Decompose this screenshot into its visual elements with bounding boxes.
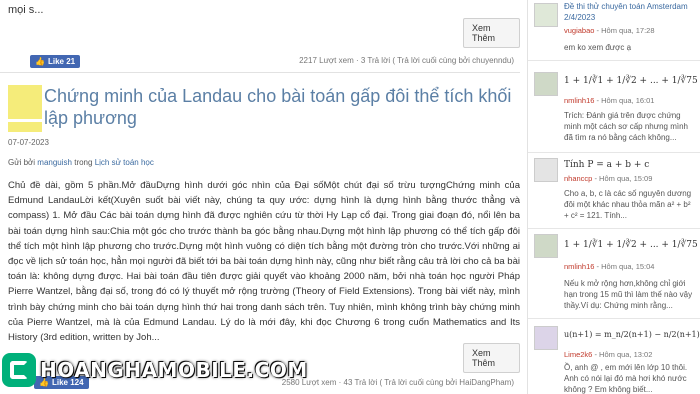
sidebar-thread-title[interactable]: u(n+1) = m_n/2(n+1) − n/2(n+1)[(n²	[564, 330, 700, 339]
title-highlight	[8, 122, 42, 132]
main-feed: mọi s... Xem Thêm 👍 Like 21 2217 Lượt xe…	[0, 0, 520, 394]
sidebar-user[interactable]: nmlinh16	[564, 96, 594, 105]
logo-icon	[2, 353, 36, 387]
divider	[528, 228, 700, 229]
recent-activity-sidebar: Đề thi thử chuyên toán Amsterdam 2/4/202…	[527, 0, 700, 394]
sidebar-excerpt: Cho a, b, c là các số nguyên dương đôi m…	[564, 189, 692, 220]
sidebar-user[interactable]: nhanccp	[564, 174, 592, 183]
sidebar-thread-title[interactable]: Đề thi thử chuyên toán Amsterdam 2/4/202…	[564, 1, 694, 23]
post-body: Chủ đề dài, gồm 5 phần.Mở đầuDựng hình d…	[8, 180, 520, 344]
avatar[interactable]	[534, 326, 558, 350]
avatar[interactable]	[534, 234, 558, 258]
divider	[0, 72, 520, 73]
thread-thumbnail[interactable]	[534, 3, 558, 27]
watermark-logo: HOANGHAMOBILE.COM	[2, 350, 308, 390]
divider	[528, 60, 700, 61]
sidebar-thread-title[interactable]: Tính P = a + b + c	[564, 160, 649, 170]
sidebar-excerpt: em ko xem được ạ	[564, 43, 632, 52]
sidebar-user[interactable]: Lime2k6	[564, 350, 592, 359]
sidebar-thread-title[interactable]: 1 + 1/∛1 + 1/∛2 + ... + 1/∛75 > 7	[564, 76, 700, 86]
sidebar-meta: Lime2k6 - Hôm qua, 13:02	[564, 350, 653, 359]
prev-post-stats: 2217 Lượt xem · 3 Trả lời ( Trả lời cuối…	[299, 56, 514, 65]
post-stats: 2580 Lượt xem · 43 Trả lời ( Trả lời cuố…	[281, 378, 514, 387]
sidebar-excerpt: Trích: Đánh giá trên được chứng minh một…	[564, 111, 688, 142]
avatar[interactable]	[534, 158, 558, 182]
sidebar-meta: vugiabao - Hôm qua, 17:28	[564, 26, 655, 35]
post-title[interactable]: Chứng minh của Landau cho bài toán gấp đ…	[44, 85, 514, 129]
read-more-button[interactable]: Xem Thêm	[463, 343, 520, 373]
divider	[528, 318, 700, 319]
avatar[interactable]	[534, 72, 558, 96]
prev-like-button[interactable]: 👍 Like 21	[30, 55, 81, 68]
in-label: trong	[74, 158, 93, 167]
sidebar-meta: nmlinh16 - Hôm qua, 16:01	[564, 96, 655, 105]
sidebar-excerpt: Ồ, anh @ , em mới lên lớp 10 thôi. Anh c…	[564, 363, 688, 394]
thumbs-up-icon: 👍	[35, 57, 45, 66]
sidebar-user[interactable]: nmlinh16	[564, 262, 594, 271]
title-highlight	[8, 85, 42, 119]
sidebar-meta: nhanccp - Hôm qua, 15:09	[564, 174, 653, 183]
by-prefix: Gửi bởi	[8, 158, 36, 167]
sidebar-meta: nmlinh16 - Hôm qua, 15:04	[564, 262, 655, 271]
sidebar-excerpt: Nếu k mở rộng hơn,không chỉ giới hạn tro…	[564, 279, 693, 310]
divider	[528, 152, 700, 153]
author-link[interactable]: manguish	[37, 158, 72, 167]
category-link[interactable]: Lịch sử toán học	[95, 158, 154, 167]
prev-read-more-button[interactable]: Xem Thêm	[463, 18, 520, 48]
prev-like-label: Like 21	[47, 57, 76, 66]
sidebar-user[interactable]: vugiabao	[564, 26, 594, 35]
prev-post-excerpt: mọi s...	[8, 4, 44, 16]
post-date: 07-07-2023	[8, 138, 49, 147]
post-byline: Gửi bởi manguish trong Lịch sử toán học	[8, 158, 154, 167]
watermark-text: HOANGHAMOBILE.COM	[40, 358, 308, 382]
sidebar-thread-title[interactable]: 1 + 1/∛1 + 1/∛2 + ... + 1/∛75 > 7	[564, 240, 700, 250]
